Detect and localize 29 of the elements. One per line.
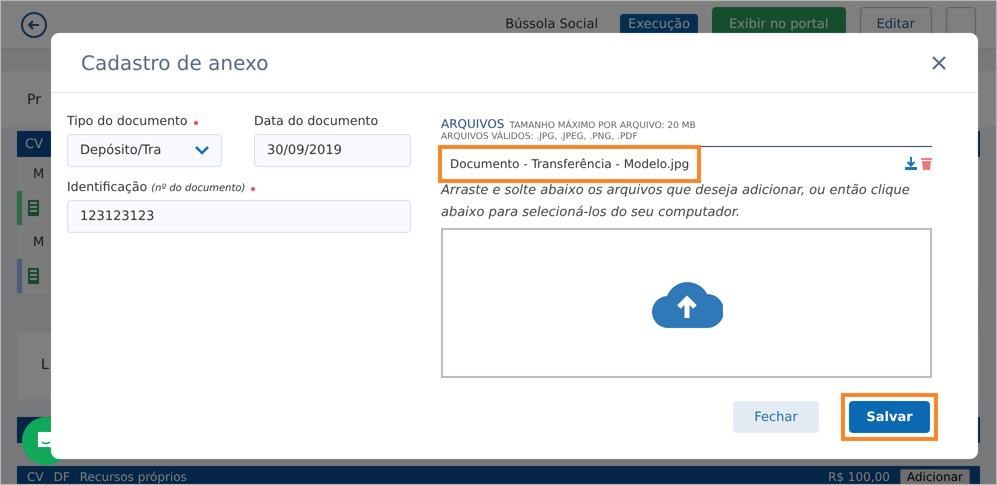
- field-label: Tipo do documento: [67, 113, 188, 128]
- input-field[interactable]: 30/09/2019: [254, 134, 411, 167]
- drop-zone[interactable]: [441, 228, 932, 378]
- download-icon[interactable]: [905, 157, 917, 170]
- input-field[interactable]: 123123123: [67, 200, 411, 233]
- type-select[interactable]: Depósito/Tra: [67, 134, 222, 167]
- receipt-icon: [28, 200, 39, 216]
- back-icon[interactable]: [21, 12, 47, 38]
- close-button[interactable]: Fechar: [733, 401, 819, 433]
- save-button[interactable]: Salvar: [849, 401, 930, 433]
- source-label: Recursos próprios: [80, 470, 187, 484]
- add-button[interactable]: Adicionar: [900, 469, 970, 484]
- tag-label: Bússola Social: [504, 16, 600, 34]
- amount-text: R$ 100,00: [828, 470, 890, 484]
- close-icon[interactable]: [930, 54, 948, 72]
- field-label: Identificação: [67, 179, 148, 194]
- field-label: Data do documento: [254, 113, 378, 128]
- chevron-icon: [195, 146, 209, 155]
- code-label: DF: [54, 470, 70, 484]
- status-badge: Execução: [620, 14, 698, 35]
- format-note: ARQUIVOS VÁLIDOS: .JPG, .JPEG, .PNG, .PDF: [441, 132, 638, 142]
- files-heading: ARQUIVOS: [441, 117, 504, 131]
- receipt-icon: [28, 268, 39, 284]
- size-note: TAMANHO MÁXIMO POR ARQUIVO: 20 MB: [509, 121, 696, 131]
- field-hint: (nº do documento): [151, 183, 246, 194]
- tab-label[interactable]: Pr: [27, 92, 41, 108]
- trash-icon[interactable]: [921, 157, 932, 170]
- dialog-title: Cadastro de anexo: [81, 50, 269, 74]
- code-label: CV: [27, 470, 44, 484]
